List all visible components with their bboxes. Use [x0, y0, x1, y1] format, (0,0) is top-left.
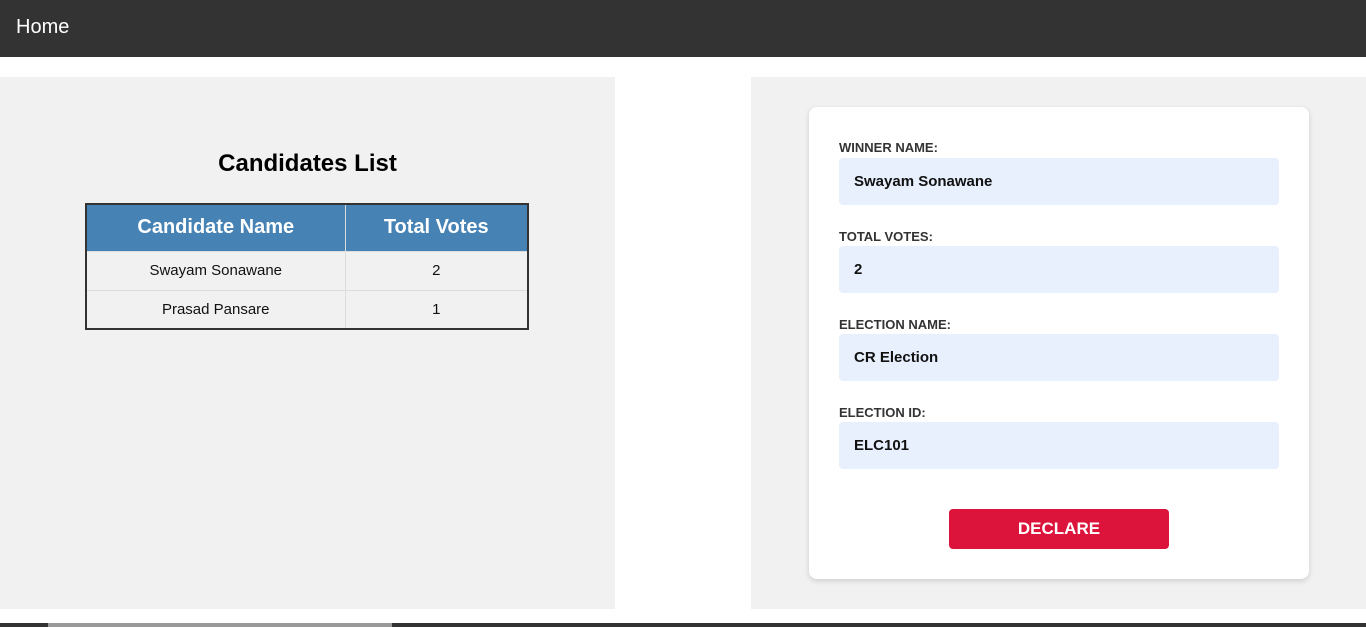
election-id-field[interactable]: [839, 422, 1279, 469]
candidates-panel: Candidates List Candidate Name Total Vot…: [0, 77, 615, 609]
table-header-row: Candidate Name Total Votes: [86, 204, 528, 251]
declare-panel: WINNER NAME: TOTAL VOTES: ELECTION NAME:…: [751, 77, 1366, 609]
nav-home-link[interactable]: Home: [16, 16, 69, 39]
total-votes-field[interactable]: [839, 246, 1279, 293]
candidate-votes-cell: 2: [345, 250, 528, 290]
election-name-field[interactable]: [839, 334, 1279, 381]
total-votes-label: TOTAL VOTES:: [839, 229, 933, 244]
top-navbar: Home: [0, 0, 1366, 57]
table-row: Swayam Sonawane 2: [86, 250, 528, 290]
column-header-total-votes: Total Votes: [345, 204, 528, 251]
candidate-name-cell: Swayam Sonawane: [86, 250, 346, 290]
candidates-list-title: Candidates List: [218, 150, 397, 177]
declare-result-form: WINNER NAME: TOTAL VOTES: ELECTION NAME:…: [809, 107, 1309, 579]
candidates-table: Candidate Name Total Votes Swayam Sonawa…: [85, 203, 529, 330]
election-name-label: ELECTION NAME:: [839, 317, 951, 332]
election-id-label: ELECTION ID:: [839, 405, 926, 420]
horizontal-scrollbar[interactable]: [0, 623, 1366, 627]
winner-name-field[interactable]: [839, 158, 1279, 205]
winner-name-label: WINNER NAME:: [839, 140, 938, 155]
table-row: Prasad Pansare 1: [86, 289, 528, 329]
declare-button[interactable]: DECLARE: [949, 509, 1169, 549]
scrollbar-thumb[interactable]: [48, 623, 392, 627]
candidate-name-cell: Prasad Pansare: [86, 289, 346, 329]
candidate-votes-cell: 1: [345, 289, 528, 329]
column-header-candidate-name: Candidate Name: [86, 204, 346, 251]
